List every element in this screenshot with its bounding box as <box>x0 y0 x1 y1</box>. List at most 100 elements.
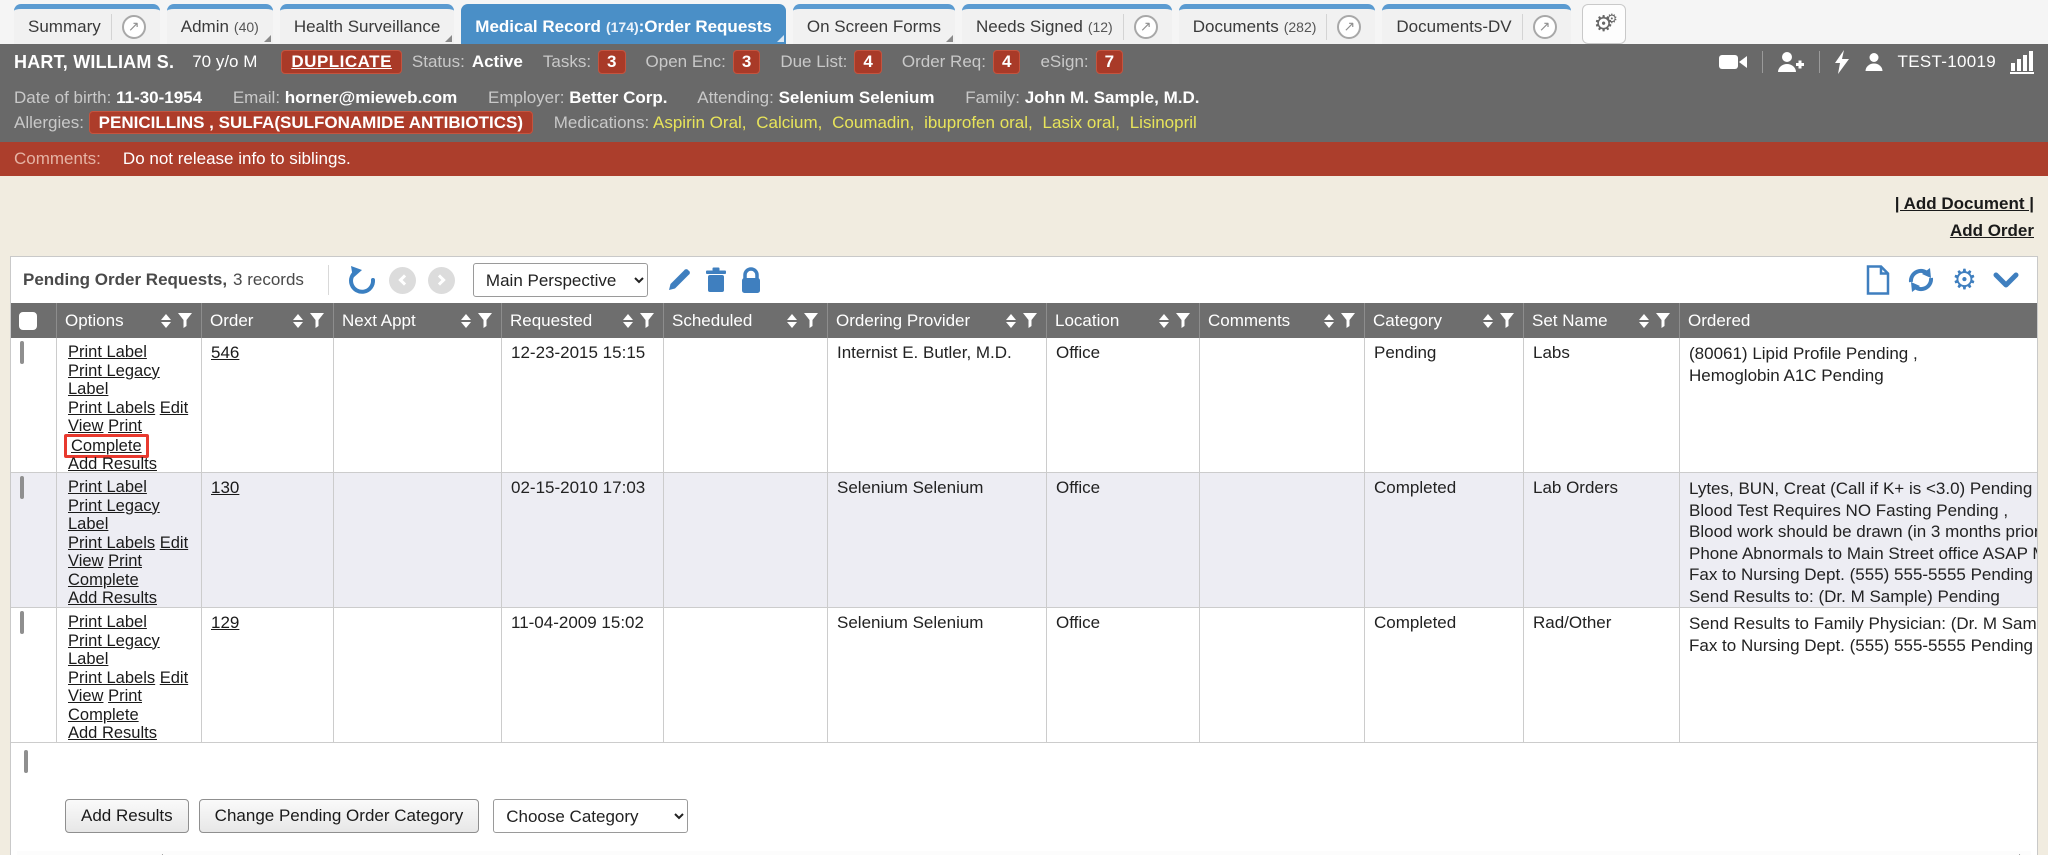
sort-icon[interactable] <box>787 314 797 328</box>
sort-icon[interactable] <box>1639 314 1649 328</box>
medication-link[interactable]: ibuprofen oral, <box>924 113 1033 132</box>
order-number-link[interactable]: 546 <box>211 343 239 362</box>
tasks-count-badge[interactable]: 3 <box>598 50 625 74</box>
new-document-icon[interactable] <box>1866 265 1890 295</box>
tab-documents[interactable]: Documents (282) ↗ <box>1179 4 1376 44</box>
tab-needs-signed[interactable]: Needs Signed (12) ↗ <box>962 4 1172 44</box>
filter-icon[interactable] <box>1340 313 1356 329</box>
add-results-link[interactable]: Add Results <box>68 724 157 742</box>
flowsheet-chart-icon[interactable] <box>2010 51 2034 74</box>
tab-medical-record-order-requests[interactable]: Medical Record (174) :Order Requests <box>461 4 786 44</box>
complete-link[interactable]: Complete <box>68 571 139 589</box>
print-legacy-label-link[interactable]: Print Legacy Label <box>68 497 160 534</box>
tab-summary[interactable]: Summary ↗ <box>14 4 160 44</box>
video-camera-icon[interactable] <box>1718 52 1748 72</box>
sort-icon[interactable] <box>1324 314 1334 328</box>
print-link[interactable]: Print <box>108 417 142 435</box>
print-labels-link[interactable]: Print Labels <box>68 399 155 417</box>
order-number-link[interactable]: 130 <box>211 478 239 497</box>
row-checkbox[interactable] <box>24 750 28 773</box>
print-labels-link[interactable]: Print Labels <box>68 534 155 552</box>
medication-link[interactable]: Calcium, <box>756 113 822 132</box>
medication-link[interactable]: Lasix oral, <box>1043 113 1120 132</box>
open-in-new-icon[interactable]: ↗ <box>1533 15 1557 39</box>
filter-icon[interactable] <box>1655 313 1671 329</box>
complete-link[interactable]: Complete <box>68 706 139 724</box>
filter-icon[interactable] <box>1499 313 1515 329</box>
filter-icon[interactable] <box>309 313 325 329</box>
row-checkbox[interactable] <box>20 476 24 499</box>
duplicate-badge[interactable]: DUPLICATE <box>281 50 402 74</box>
tab-settings-button[interactable]: ⚙ ⚙ <box>1582 4 1626 44</box>
open-in-new-icon[interactable]: ↗ <box>122 15 146 39</box>
allergies-badge[interactable]: PENICILLINS , SULFA(SULFONAMIDE ANTIBIOT… <box>89 111 533 134</box>
person-icon[interactable] <box>1864 52 1884 72</box>
add-person-icon[interactable] <box>1777 51 1805 73</box>
print-labels-link[interactable]: Print Labels <box>68 669 155 687</box>
perspective-select[interactable]: Main Perspective <box>473 263 648 297</box>
horizontal-scrollbar[interactable] <box>17 851 2031 855</box>
print-legacy-label-link[interactable]: Print Legacy Label <box>68 362 160 399</box>
next-icon[interactable] <box>428 267 455 294</box>
print-link[interactable]: Print <box>108 687 142 705</box>
refresh-icon[interactable] <box>1906 266 1936 294</box>
esign-count-badge[interactable]: 7 <box>1096 50 1123 74</box>
medication-link[interactable]: Coumadin, <box>832 113 914 132</box>
add-order-link[interactable]: Add Order <box>1950 221 2034 240</box>
open-in-new-icon[interactable]: ↗ <box>1337 15 1361 39</box>
sort-icon[interactable] <box>1006 314 1016 328</box>
edit-link[interactable]: Edit <box>160 669 188 687</box>
filter-icon[interactable] <box>1175 313 1191 329</box>
tab-documents-dv[interactable]: Documents-DV ↗ <box>1382 4 1570 44</box>
medication-link[interactable]: Aspirin Oral, <box>653 113 747 132</box>
tab-on-screen-forms[interactable]: On Screen Forms <box>793 4 955 44</box>
tab-admin[interactable]: Admin (40) <box>167 4 273 44</box>
sort-icon[interactable] <box>461 314 471 328</box>
settings-gear-icon[interactable]: ⚙ <box>1952 266 1977 294</box>
print-label-link[interactable]: Print Label <box>68 613 147 631</box>
choose-category-select[interactable]: Choose Category <box>493 799 688 833</box>
edit-link[interactable]: Edit <box>160 534 188 552</box>
add-results-button[interactable]: Add Results <box>65 799 189 833</box>
view-link[interactable]: View <box>68 417 103 435</box>
tab-health-surveillance[interactable]: Health Surveillance <box>280 4 454 44</box>
edit-link[interactable]: Edit <box>160 399 188 417</box>
add-document-link[interactable]: | Add Document | <box>1895 194 2034 213</box>
print-label-link[interactable]: Print Label <box>68 478 147 496</box>
order-number-link[interactable]: 129 <box>211 613 239 632</box>
view-link[interactable]: View <box>68 552 103 570</box>
undo-icon[interactable] <box>347 265 377 295</box>
select-all-checkbox[interactable] <box>19 312 37 330</box>
sort-icon[interactable] <box>1159 314 1169 328</box>
filter-icon[interactable] <box>1022 313 1038 329</box>
sort-icon[interactable] <box>293 314 303 328</box>
open-in-new-icon[interactable]: ↗ <box>1134 15 1158 39</box>
print-link[interactable]: Print <box>108 552 142 570</box>
due-list-count-badge[interactable]: 4 <box>854 50 881 74</box>
add-results-link[interactable]: Add Results <box>68 589 157 607</box>
trash-icon[interactable] <box>704 267 728 293</box>
filter-icon[interactable] <box>639 313 655 329</box>
add-results-link[interactable]: Add Results <box>68 455 157 472</box>
collapse-chevron-down-icon[interactable] <box>1993 271 2019 289</box>
medication-link[interactable]: Lisinopril <box>1130 113 1197 132</box>
filter-icon[interactable] <box>477 313 493 329</box>
sort-icon[interactable] <box>161 314 171 328</box>
previous-icon[interactable] <box>389 267 416 294</box>
change-pending-order-category-button[interactable]: Change Pending Order Category <box>199 799 480 833</box>
print-legacy-label-link[interactable]: Print Legacy Label <box>68 632 160 669</box>
sort-icon[interactable] <box>623 314 633 328</box>
row-checkbox[interactable] <box>20 341 24 364</box>
sort-icon[interactable] <box>1483 314 1493 328</box>
filter-icon[interactable] <box>803 313 819 329</box>
edit-pencil-icon[interactable] <box>666 267 692 293</box>
complete-link[interactable]: Complete <box>71 437 142 455</box>
print-label-link[interactable]: Print Label <box>68 343 147 361</box>
filter-icon[interactable] <box>177 313 193 329</box>
row-checkbox[interactable] <box>20 611 24 634</box>
view-link[interactable]: View <box>68 687 103 705</box>
lightning-icon[interactable] <box>1834 50 1850 74</box>
open-enc-count-badge[interactable]: 3 <box>733 50 760 74</box>
lock-icon[interactable] <box>740 267 762 294</box>
order-req-count-badge[interactable]: 4 <box>993 50 1020 74</box>
